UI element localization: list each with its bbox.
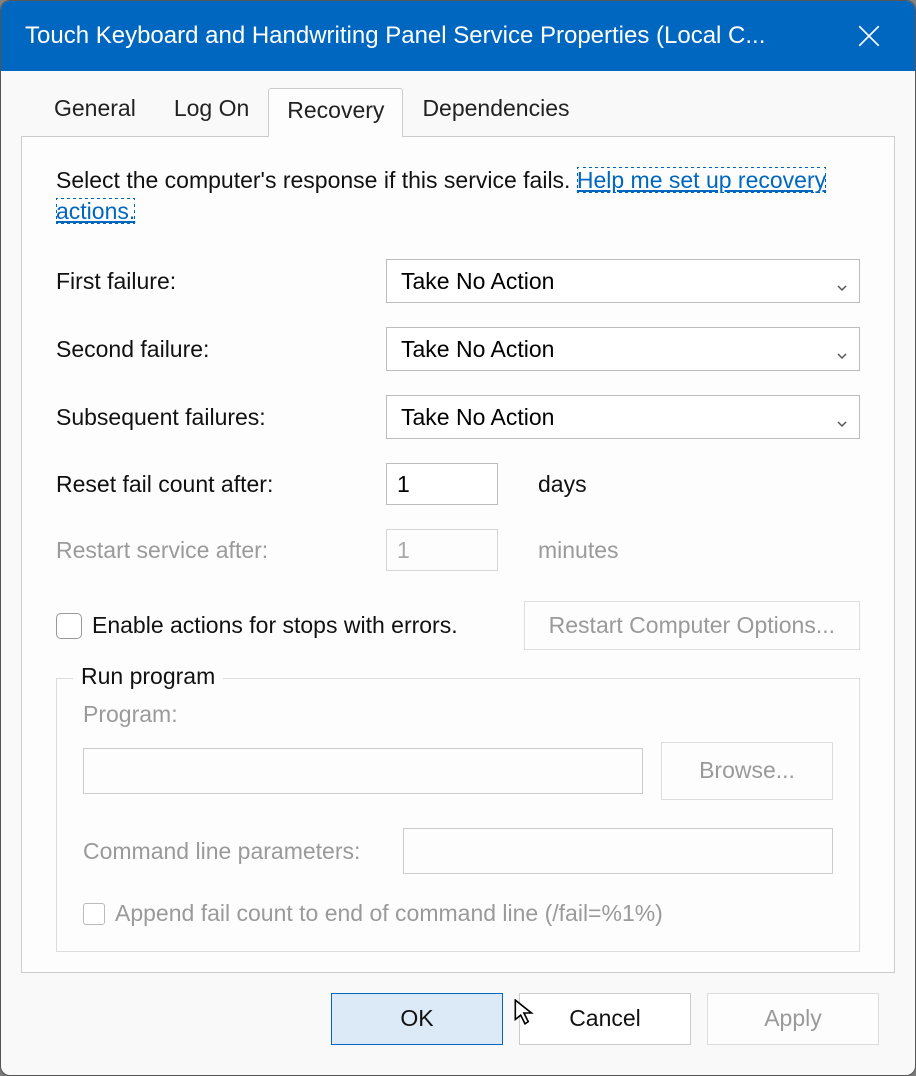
tab-strip: General Log On Recovery Dependencies: [35, 86, 895, 136]
run-program-group-title: Run program: [73, 663, 223, 690]
cmd-params-input: [403, 828, 833, 874]
first-failure-value: Take No Action: [401, 268, 554, 295]
cmd-params-label: Command line parameters:: [83, 838, 383, 865]
properties-dialog: Touch Keyboard and Handwriting Panel Ser…: [0, 0, 916, 1076]
dialog-buttons: OK Cancel Apply: [21, 973, 895, 1061]
enable-actions-checkbox[interactable]: [56, 613, 82, 639]
restart-computer-options-button: Restart Computer Options...: [524, 601, 860, 650]
dialog-content: General Log On Recovery Dependencies Sel…: [1, 71, 915, 1076]
cancel-button[interactable]: Cancel: [519, 993, 691, 1045]
titlebar: Touch Keyboard and Handwriting Panel Ser…: [1, 1, 915, 71]
chevron-down-icon: [835, 274, 849, 288]
second-failure-combo[interactable]: Take No Action: [386, 327, 860, 371]
second-failure-value: Take No Action: [401, 336, 554, 363]
enable-actions-label: Enable actions for stops with errors.: [92, 612, 458, 639]
close-button[interactable]: [823, 1, 915, 71]
append-fail-count-label: Append fail count to end of command line…: [115, 900, 663, 927]
subsequent-failures-label: Subsequent failures:: [56, 404, 386, 431]
tab-dependencies[interactable]: Dependencies: [403, 86, 588, 136]
window-title: Touch Keyboard and Handwriting Panel Ser…: [25, 22, 823, 50]
first-failure-label: First failure:: [56, 268, 386, 295]
tab-general[interactable]: General: [35, 86, 155, 136]
tab-log-on[interactable]: Log On: [155, 86, 268, 136]
program-input: [83, 748, 643, 794]
tab-recovery[interactable]: Recovery: [268, 88, 403, 138]
second-failure-label: Second failure:: [56, 336, 386, 363]
ok-button[interactable]: OK: [331, 993, 503, 1045]
reset-fail-count-input[interactable]: [386, 463, 498, 505]
append-fail-count-checkbox: [83, 903, 105, 925]
apply-button: Apply: [707, 993, 879, 1045]
reset-days-label: days: [538, 471, 587, 498]
run-program-group: Run program Program: Browse... Command l…: [56, 678, 860, 952]
restart-service-label: Restart service after:: [56, 537, 386, 564]
program-label: Program:: [83, 701, 833, 728]
chevron-down-icon: [835, 410, 849, 424]
tab-panel-recovery: Select the computer's response if this s…: [21, 136, 895, 973]
intro-text: Select the computer's response if this s…: [56, 165, 860, 227]
subsequent-failures-value: Take No Action: [401, 404, 554, 431]
intro-static: Select the computer's response if this s…: [56, 167, 577, 193]
subsequent-failures-combo[interactable]: Take No Action: [386, 395, 860, 439]
reset-fail-count-label: Reset fail count after:: [56, 471, 386, 498]
chevron-down-icon: [835, 342, 849, 356]
close-icon: [856, 23, 882, 49]
first-failure-combo[interactable]: Take No Action: [386, 259, 860, 303]
restart-minutes-label: minutes: [538, 537, 619, 564]
browse-button: Browse...: [661, 742, 833, 800]
restart-service-input: [386, 529, 498, 571]
